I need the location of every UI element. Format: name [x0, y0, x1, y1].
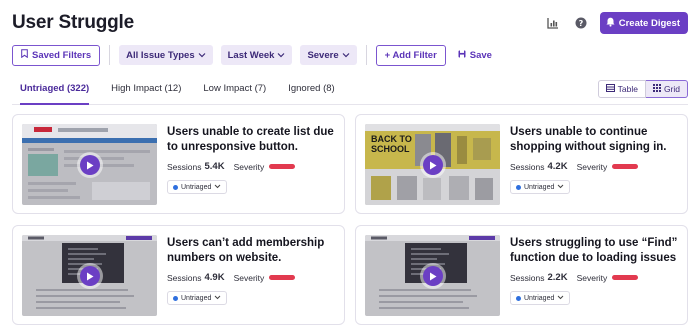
bookmark-icon [21, 49, 28, 61]
severity-filter-label: Severe [307, 49, 339, 61]
issue-stats: Sessions 4.9K Severity [167, 272, 296, 283]
status-dropdown[interactable]: Untriaged [510, 291, 571, 305]
header-actions: ? Create Digest [544, 12, 688, 34]
severity-label: Severity [233, 161, 265, 172]
status-dot-icon [173, 295, 178, 301]
create-digest-label: Create Digest [618, 17, 680, 29]
svg-text:?: ? [578, 19, 583, 28]
play-icon[interactable] [423, 155, 443, 175]
chart-icon[interactable] [544, 14, 562, 32]
table-view-label: Table [617, 84, 638, 94]
chevron-down-icon [214, 184, 221, 191]
issue-tabs: Untriaged (322) High Impact (12) Low Imp… [12, 79, 688, 105]
filter-bar: Saved Filters All Issue Types Last Week … [12, 44, 688, 66]
severity-label: Severity [576, 161, 608, 172]
help-icon[interactable]: ? [572, 14, 590, 32]
save-button[interactable]: Save [454, 45, 496, 65]
play-icon[interactable] [423, 266, 443, 286]
issue-card[interactable]: Users can’t add membership numbers on we… [12, 225, 345, 325]
page-title: User Struggle [12, 12, 134, 33]
promo-banner: BACK TO SCHOOL [371, 134, 412, 154]
status-dot-icon [516, 184, 521, 190]
issue-stats: Sessions 5.4K Severity [167, 161, 296, 172]
issue-type-label: All Issue Types [126, 49, 195, 61]
sessions-value: 2.2K [547, 272, 568, 283]
sessions-value: 5.4K [204, 161, 225, 172]
status-dropdown[interactable]: Untriaged [167, 180, 228, 194]
tab-high-impact[interactable]: High Impact (12) [111, 79, 181, 105]
saved-filters-label: Saved Filters [32, 49, 92, 61]
severity-bar [269, 275, 296, 280]
status-dropdown[interactable]: Untriaged [510, 180, 571, 194]
add-filter-button[interactable]: + Add Filter [375, 44, 446, 66]
chevron-down-icon [342, 50, 350, 61]
tab-untriaged[interactable]: Untriaged (322) [20, 79, 90, 105]
status-label: Untriaged [181, 294, 212, 302]
chevron-down-icon [557, 295, 564, 302]
play-icon[interactable] [80, 155, 100, 175]
status-dot-icon [516, 295, 521, 301]
sessions-value: 4.9K [204, 272, 225, 283]
status-dropdown[interactable]: Untriaged [167, 291, 228, 305]
view-toggle: Table Grid [597, 80, 688, 98]
issue-stats: Sessions 4.2K Severity [510, 161, 639, 172]
divider [365, 45, 367, 65]
page-header: User Struggle ? Create Digest [12, 8, 688, 38]
status-label: Untriaged [524, 294, 555, 302]
save-icon [458, 50, 466, 61]
severity-bar [612, 275, 639, 280]
issue-stats: Sessions 2.2K Severity [510, 272, 639, 283]
severity-bar [612, 164, 639, 169]
sessions-label: Sessions [510, 161, 545, 172]
status-dot-icon [173, 184, 178, 190]
issue-card[interactable]: BACK TO SCHOOL Users unable to continue … [355, 114, 688, 214]
sessions-value: 4.2K [547, 161, 568, 172]
period-label: Last Week [227, 49, 275, 61]
grid-view-label: Grid [663, 84, 680, 94]
sessions-label: Sessions [167, 161, 202, 172]
chevron-down-icon [277, 50, 285, 61]
tab-ignored[interactable]: Ignored (8) [288, 79, 334, 105]
chevron-down-icon [557, 184, 564, 191]
table-view-button[interactable]: Table [597, 80, 646, 98]
sessions-label: Sessions [510, 272, 545, 283]
chevron-down-icon [214, 295, 221, 302]
issue-card[interactable]: Users struggling to use “Find” function … [355, 225, 688, 325]
issue-title[interactable]: Users unable to create list due to unres… [167, 125, 339, 154]
tab-low-impact[interactable]: Low Impact (7) [203, 79, 266, 105]
save-label: Save [469, 49, 492, 61]
session-thumbnail[interactable] [22, 235, 157, 316]
issue-card[interactable]: Users unable to create list due to unres… [12, 114, 345, 214]
sessions-label: Sessions [167, 272, 202, 283]
session-thumbnail[interactable] [22, 124, 157, 205]
status-label: Untriaged [524, 183, 555, 191]
issue-title[interactable]: Users unable to continue shopping withou… [510, 125, 682, 154]
play-icon[interactable] [80, 266, 100, 286]
grid-icon [652, 84, 661, 94]
severity-filter[interactable]: Severe [300, 45, 357, 65]
status-label: Untriaged [181, 183, 212, 191]
create-digest-button[interactable]: Create Digest [599, 12, 688, 34]
severity-bar [269, 164, 296, 169]
grid-view-button[interactable]: Grid [645, 80, 688, 98]
bell-icon [606, 17, 615, 30]
chevron-down-icon [198, 50, 206, 61]
divider [109, 45, 111, 65]
severity-label: Severity [576, 272, 608, 283]
period-filter[interactable]: Last Week [220, 45, 293, 65]
session-thumbnail[interactable]: BACK TO SCHOOL [365, 124, 500, 205]
severity-label: Severity [233, 272, 265, 283]
session-thumbnail[interactable] [365, 235, 500, 316]
issue-type-filter[interactable]: All Issue Types [119, 45, 213, 65]
saved-filters-button[interactable]: Saved Filters [12, 44, 101, 66]
issue-title[interactable]: Users struggling to use “Find” function … [510, 236, 682, 265]
issue-title[interactable]: Users can’t add membership numbers on we… [167, 236, 339, 265]
table-icon [605, 84, 615, 94]
